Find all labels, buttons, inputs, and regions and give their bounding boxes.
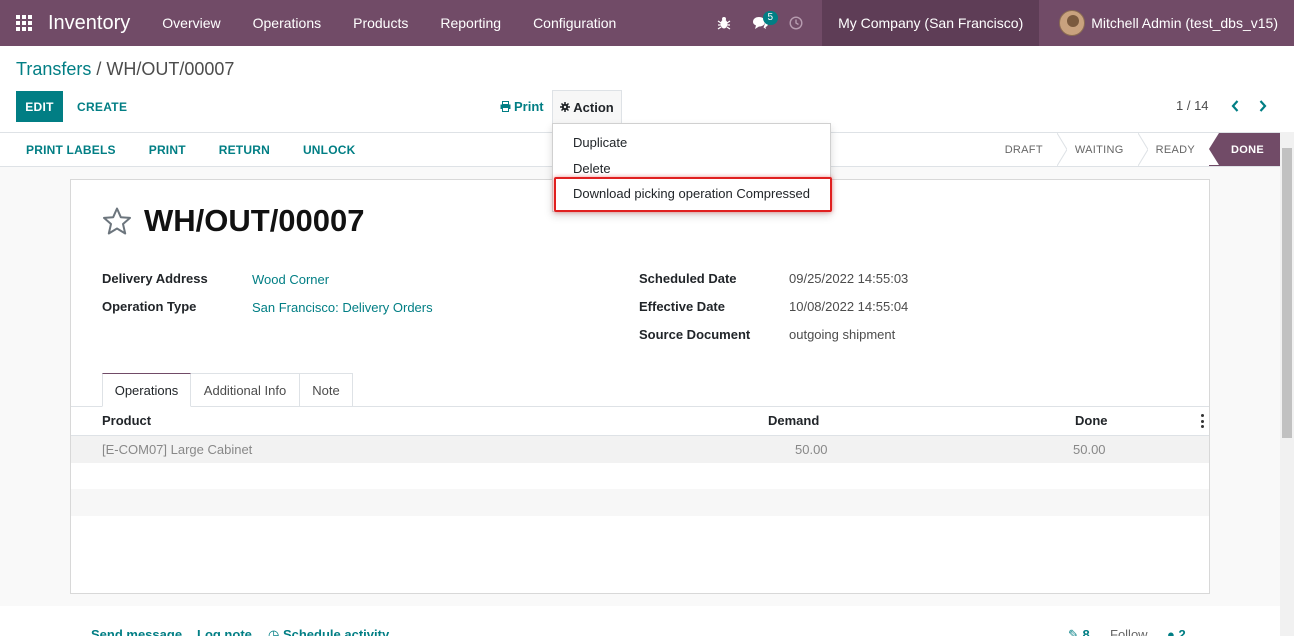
action-label: Action — [573, 99, 614, 115]
attachment-count: 8 — [1082, 627, 1090, 636]
menu-operations[interactable]: Operations — [237, 0, 337, 46]
return-button[interactable]: RETURN — [219, 143, 270, 157]
chevron-right-icon — [1259, 100, 1267, 112]
stage-ready-label: READY — [1155, 143, 1196, 156]
menu-overview[interactable]: Overview — [146, 0, 236, 46]
pager-value[interactable]: 1 / 14 — [1176, 98, 1209, 113]
operation-type-value[interactable]: San Francisco: Delivery Orders — [252, 300, 433, 315]
breadcrumb: Transfers / WH/OUT/00007 — [16, 59, 234, 80]
attachments-button[interactable]: ✎ 8 — [1068, 627, 1090, 636]
source-document-value: outgoing shipment — [789, 327, 896, 342]
menu-item-delete[interactable]: Delete — [573, 161, 611, 176]
stage-done[interactable]: DONE — [1209, 133, 1280, 166]
apps-menu-icon[interactable] — [0, 0, 48, 46]
stage-done-label: DONE — [1231, 143, 1264, 156]
pager-next-button[interactable] — [1256, 97, 1270, 115]
chevron-left-icon — [1231, 100, 1239, 112]
stage-waiting[interactable]: WAITING — [1057, 133, 1148, 166]
table-row-empty — [71, 489, 1209, 516]
breadcrumb-separator: / — [91, 59, 107, 79]
edit-button[interactable]: EDIT — [16, 91, 63, 122]
messages-icon[interactable]: 5 — [742, 0, 779, 46]
stage-draft[interactable]: DRAFT — [987, 133, 1067, 166]
menu-products[interactable]: Products — [337, 0, 424, 46]
column-header-done[interactable]: Done — [1075, 413, 1108, 428]
clock-icon: ◷ — [268, 627, 283, 636]
column-header-demand[interactable]: Demand — [768, 413, 819, 428]
schedule-activity-label: Schedule activity — [282, 627, 390, 636]
highlight-box — [554, 177, 832, 212]
row-demand: 50.00 — [795, 442, 828, 457]
print-labels-button[interactable]: PRINT LABELS — [26, 143, 116, 157]
delivery-address-value[interactable]: Wood Corner — [252, 272, 329, 287]
record-title: WH/OUT/00007 — [144, 203, 365, 238]
stage-draft-label: DRAFT — [1004, 143, 1043, 156]
bug-icon[interactable] — [706, 0, 742, 46]
log-note-button[interactable]: Log note — [197, 627, 252, 636]
followers-button[interactable]: ● 2 — [1167, 627, 1186, 636]
effective-date-label: Effective Date — [639, 299, 725, 314]
source-document-label: Source Document — [639, 327, 751, 342]
message-count-badge: 5 — [762, 11, 779, 25]
schedule-activity-button[interactable]: ◷ Schedule activity — [268, 627, 389, 636]
breadcrumb-transfers[interactable]: Transfers — [16, 59, 91, 79]
pager-previous-button[interactable] — [1228, 97, 1242, 115]
scheduled-date-label: Scheduled Date — [639, 271, 737, 286]
unlock-button[interactable]: UNLOCK — [303, 143, 356, 157]
tab-operations[interactable]: Operations — [102, 373, 191, 407]
send-message-button[interactable]: Send message — [91, 627, 182, 636]
activity-clock-icon[interactable] — [778, 0, 814, 46]
gear-icon — [560, 102, 571, 112]
user-icon: ● — [1167, 627, 1179, 636]
scrollbar-thumb[interactable] — [1282, 148, 1292, 438]
menu-item-duplicate[interactable]: Duplicate — [573, 135, 627, 150]
tab-note[interactable]: Note — [299, 373, 353, 407]
stage-ready[interactable]: READY — [1138, 133, 1209, 166]
followers-count: 2 — [1178, 627, 1186, 636]
scheduled-date-value: 09/25/2022 14:55:03 — [789, 271, 909, 286]
paperclip-icon: ✎ — [1068, 627, 1083, 636]
tab-additional-info[interactable]: Additional Info — [190, 373, 300, 407]
app-name[interactable]: Inventory — [48, 12, 130, 35]
print-button[interactable]: PRINT — [149, 143, 186, 157]
stage-pipeline: DRAFT WAITING READY DONE — [987, 133, 1280, 166]
printer-icon — [500, 101, 511, 112]
user-menu[interactable]: Mitchell Admin (test_dbs_v15) — [1039, 0, 1294, 46]
action-dropdown-button[interactable]: Action — [552, 90, 622, 123]
effective-date-value: 10/08/2022 14:55:04 — [789, 299, 909, 314]
print-dropdown-button[interactable]: Print — [500, 91, 544, 122]
stage-waiting-label: WAITING — [1074, 143, 1124, 156]
menu-reporting[interactable]: Reporting — [424, 0, 517, 46]
column-header-product[interactable]: Product — [102, 413, 151, 428]
main-menu: Overview Operations Products Reporting C… — [146, 0, 632, 46]
top-navbar: Inventory Overview Operations Products R… — [0, 0, 1294, 46]
avatar — [1059, 10, 1086, 36]
breadcrumb-current: WH/OUT/00007 — [106, 59, 235, 79]
print-label: Print — [514, 99, 544, 114]
operation-type-label: Operation Type — [102, 299, 197, 314]
create-button[interactable]: CREATE — [77, 91, 127, 122]
menu-configuration[interactable]: Configuration — [517, 0, 632, 46]
optional-columns-icon[interactable] — [1200, 414, 1204, 428]
delivery-address-label: Delivery Address — [102, 271, 208, 286]
user-name: Mitchell Admin (test_dbs_v15) — [1091, 15, 1278, 31]
follow-button[interactable]: Follow — [1110, 627, 1148, 636]
row-done: 50.00 — [1073, 442, 1106, 457]
star-icon[interactable] — [102, 207, 132, 239]
company-switcher[interactable]: My Company (San Francisco) — [822, 0, 1040, 46]
row-product: [E-COM07] Large Cabinet — [102, 442, 253, 457]
